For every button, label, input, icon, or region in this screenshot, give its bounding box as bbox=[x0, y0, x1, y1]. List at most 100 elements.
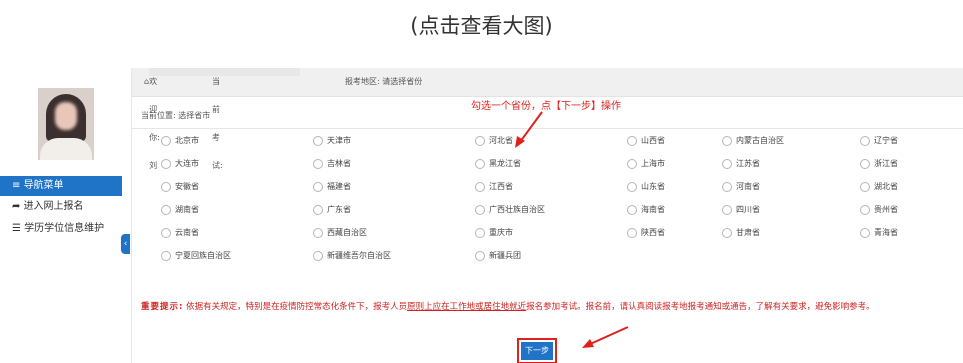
province-option[interactable]: 新疆兵团 bbox=[475, 249, 521, 263]
radio-button[interactable] bbox=[161, 135, 171, 146]
radio-button[interactable] bbox=[627, 181, 637, 192]
province-option[interactable]: 新疆维吾尔自治区 bbox=[313, 249, 391, 263]
province-option[interactable]: 北京市 bbox=[161, 134, 199, 148]
radio-button[interactable] bbox=[475, 204, 485, 215]
province-option[interactable]: 黑龙江省 bbox=[475, 157, 521, 171]
radio-button[interactable] bbox=[860, 181, 870, 192]
province-option[interactable]: 辽宁省 bbox=[860, 134, 898, 148]
radio-button[interactable] bbox=[475, 181, 485, 192]
list-icon: ☰ bbox=[12, 223, 25, 234]
province-option[interactable]: 内蒙古自治区 bbox=[722, 134, 784, 148]
radio-button[interactable] bbox=[475, 250, 485, 261]
province-option[interactable]: 吉林省 bbox=[313, 157, 351, 171]
radio-button[interactable] bbox=[722, 204, 732, 215]
province-option[interactable]: 重庆市 bbox=[475, 226, 513, 240]
radio-button[interactable] bbox=[161, 204, 171, 215]
divider bbox=[132, 128, 963, 129]
province-label: 吉林省 bbox=[327, 159, 351, 168]
province-option[interactable]: 贵州省 bbox=[860, 203, 898, 217]
caption[interactable]: (点击查看大图) bbox=[0, 10, 963, 40]
province-label: 甘肃省 bbox=[736, 228, 760, 237]
province-option[interactable]: 湖南省 bbox=[161, 203, 199, 217]
province-option[interactable]: 海南省 bbox=[627, 203, 665, 217]
province-label: 内蒙古自治区 bbox=[736, 136, 784, 145]
radio-button[interactable] bbox=[313, 250, 323, 261]
share-arrow-icon: ➦ bbox=[12, 201, 24, 212]
province-option[interactable]: 甘肃省 bbox=[722, 226, 760, 240]
main-panel: ⌂ 欢迎你: 刘 当前考试: 报考地区: 请选择省份 当前位置: 选择省市 北京… bbox=[131, 68, 963, 363]
province-option[interactable]: 江西省 bbox=[475, 180, 513, 194]
province-label: 黑龙江省 bbox=[489, 159, 521, 168]
radio-button[interactable] bbox=[627, 204, 637, 215]
radio-button[interactable] bbox=[161, 158, 171, 169]
province-option[interactable]: 大连市 bbox=[161, 157, 199, 171]
exam-region: 报考地区: 请选择省份 bbox=[345, 77, 423, 86]
radio-button[interactable] bbox=[860, 135, 870, 146]
chevron-left-icon[interactable]: ‹ bbox=[121, 234, 130, 254]
province-option[interactable]: 四川省 bbox=[722, 203, 760, 217]
province-option[interactable]: 云南省 bbox=[161, 226, 199, 240]
radio-button[interactable] bbox=[722, 158, 732, 169]
radio-button[interactable] bbox=[722, 181, 732, 192]
radio-button[interactable] bbox=[161, 181, 171, 192]
province-option[interactable]: 广西壮族自治区 bbox=[475, 203, 545, 217]
province-option[interactable]: 安徽省 bbox=[161, 180, 199, 194]
province-option[interactable]: 上海市 bbox=[627, 157, 665, 171]
radio-button[interactable] bbox=[860, 158, 870, 169]
sidebar-item-education-info[interactable]: ☰ 学历学位信息维护 bbox=[12, 219, 124, 239]
province-option[interactable]: 宁夏回族自治区 bbox=[161, 249, 231, 263]
province-label: 西藏自治区 bbox=[327, 228, 367, 237]
province-option[interactable]: 江苏省 bbox=[722, 157, 760, 171]
province-label: 四川省 bbox=[736, 205, 760, 214]
province-label: 大连市 bbox=[175, 159, 199, 168]
radio-button[interactable] bbox=[627, 135, 637, 146]
radio-button[interactable] bbox=[475, 135, 485, 146]
radio-button[interactable] bbox=[313, 135, 323, 146]
province-option[interactable]: 浙江省 bbox=[860, 157, 898, 171]
sidebar-item-online-registration[interactable]: ➦ 进入网上报名 bbox=[12, 197, 124, 217]
info-bar: ⌂ 欢迎你: 刘 当前考试: 报考地区: 请选择省份 bbox=[132, 68, 963, 170]
province-label: 河南省 bbox=[736, 182, 760, 191]
radio-button[interactable] bbox=[313, 227, 323, 238]
province-option[interactable]: 山西省 bbox=[627, 134, 665, 148]
sidebar-item-nav-menu[interactable]: ≡ 导航菜单 bbox=[0, 176, 122, 196]
radio-button[interactable] bbox=[313, 181, 323, 192]
province-option[interactable]: 山东省 bbox=[627, 180, 665, 194]
next-button[interactable]: 下一步 bbox=[517, 338, 557, 363]
radio-button[interactable] bbox=[161, 250, 171, 261]
radio-button[interactable] bbox=[722, 135, 732, 146]
notice-text: 依据有关规定，特别是在疫情防控常态化条件下，报考人员 bbox=[186, 302, 408, 312]
radio-button[interactable] bbox=[722, 227, 732, 238]
province-label: 云南省 bbox=[175, 228, 199, 237]
province-label: 浙江省 bbox=[874, 159, 898, 168]
province-option[interactable]: 湖北省 bbox=[860, 180, 898, 194]
province-option[interactable]: 青海省 bbox=[860, 226, 898, 240]
radio-button[interactable] bbox=[627, 227, 637, 238]
province-option[interactable]: 陕西省 bbox=[627, 226, 665, 240]
province-option[interactable]: 河北省 bbox=[475, 134, 513, 148]
radio-button[interactable] bbox=[161, 227, 171, 238]
notice-text-end: 报名参加考试。报名前，请认真阅读报考地报考通知或通告，了解有关要求，避免影响参考… bbox=[526, 302, 875, 312]
province-option[interactable]: 天津市 bbox=[313, 134, 351, 148]
sidebar: ≡ 导航菜单 ➦ 进入网上报名 ☰ 学历学位信息维护 bbox=[0, 68, 126, 363]
province-option[interactable]: 福建省 bbox=[313, 180, 351, 194]
important-notice: 重要提示: 依据有关规定，特别是在疫情防控常态化条件下，报考人员原则上应在工作地… bbox=[141, 300, 959, 315]
province-label: 上海市 bbox=[641, 159, 665, 168]
radio-button[interactable] bbox=[313, 204, 323, 215]
province-label: 天津市 bbox=[327, 136, 351, 145]
welcome-text: ⌂ 欢迎你: 刘 bbox=[144, 68, 250, 170]
province-label: 新疆维吾尔自治区 bbox=[327, 251, 391, 260]
radio-button[interactable] bbox=[475, 158, 485, 169]
province-label: 新疆兵团 bbox=[489, 251, 521, 260]
province-option[interactable]: 广东省 bbox=[313, 203, 351, 217]
menu-icon: ≡ bbox=[12, 180, 24, 191]
province-option[interactable]: 河南省 bbox=[722, 180, 760, 194]
radio-button[interactable] bbox=[475, 227, 485, 238]
radio-button[interactable] bbox=[313, 158, 323, 169]
province-label: 湖北省 bbox=[874, 182, 898, 191]
province-option[interactable]: 西藏自治区 bbox=[313, 226, 367, 240]
radio-button[interactable] bbox=[860, 204, 870, 215]
radio-button[interactable] bbox=[627, 158, 637, 169]
province-label: 北京市 bbox=[175, 136, 199, 145]
radio-button[interactable] bbox=[860, 227, 870, 238]
